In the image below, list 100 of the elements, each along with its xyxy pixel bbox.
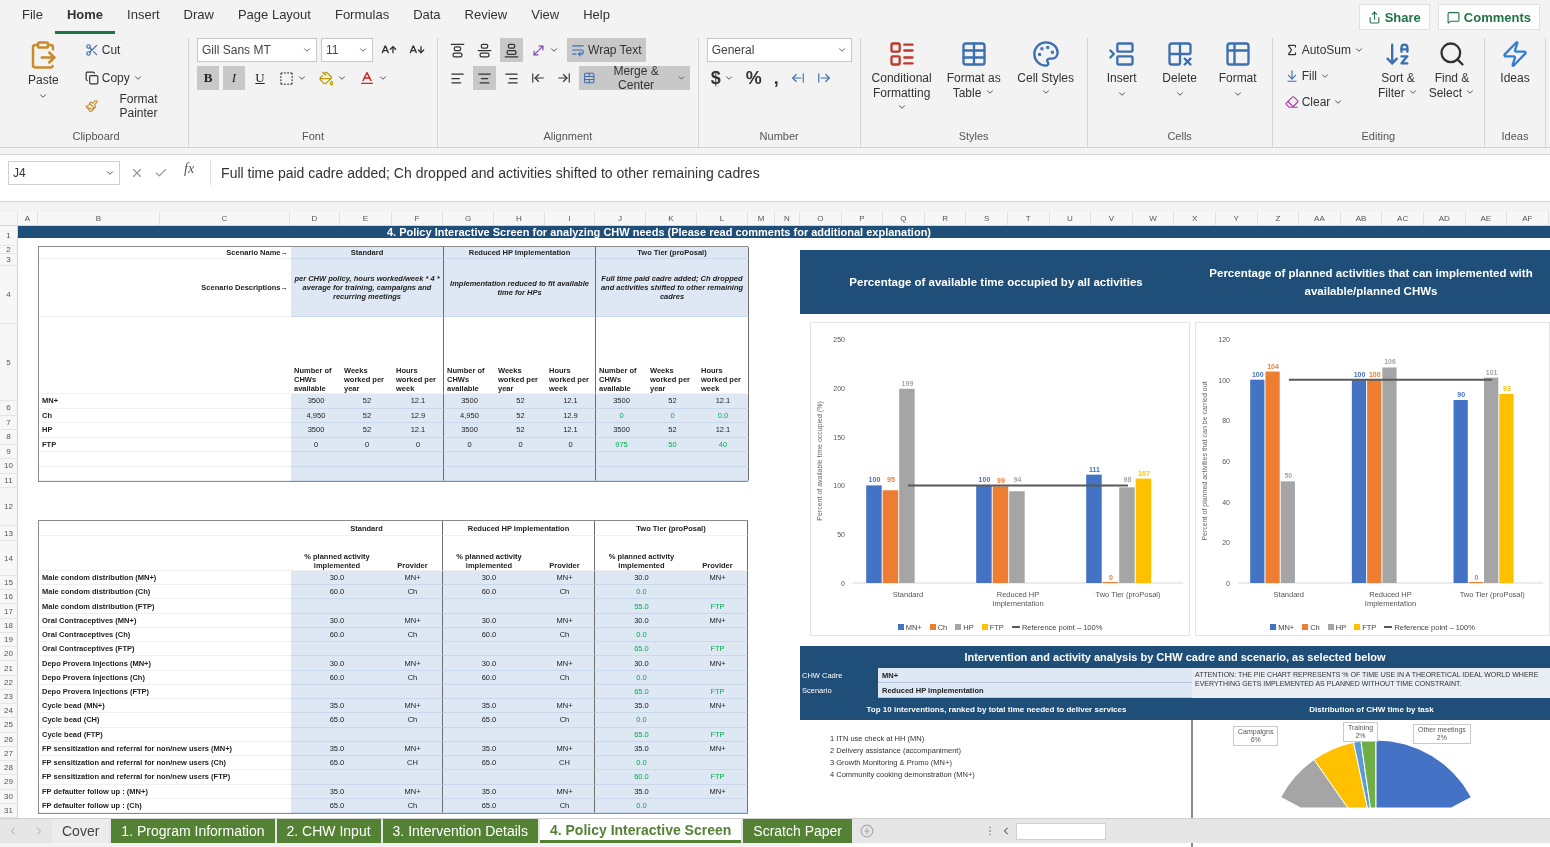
column-letter[interactable]: L [697, 212, 748, 225]
column-letter[interactable]: D [290, 212, 340, 225]
column-letter[interactable]: AF [1507, 212, 1549, 225]
row-number[interactable]: 11 [0, 473, 17, 488]
row-number[interactable]: 16 [0, 590, 17, 605]
column-letter[interactable]: C [160, 212, 290, 225]
row-number[interactable]: 18 [0, 618, 17, 633]
scroll-thumb[interactable] [1016, 822, 1106, 840]
column-letter[interactable]: V [1091, 212, 1133, 225]
menu-tab[interactable]: Page Layout [225, 4, 323, 34]
row-number[interactable]: 23 [0, 689, 17, 705]
row-number[interactable]: 3 [0, 254, 17, 266]
column-letter[interactable]: S [966, 212, 1008, 225]
row-number[interactable]: 30 [0, 789, 17, 804]
column-letter[interactable]: R [924, 212, 967, 225]
row-number[interactable]: 29 [0, 775, 17, 790]
currency-button[interactable]: $ [706, 66, 738, 90]
formula-field[interactable]: Full time paid cadre added; Ch dropped and activities shifted to other remaining cadres [210, 161, 760, 185]
column-letter[interactable]: X [1174, 212, 1216, 225]
row-number[interactable]: 2 [0, 246, 17, 254]
comma-button[interactable]: , [769, 66, 783, 90]
row-number[interactable]: 24 [0, 704, 17, 719]
row-number[interactable]: 8 [0, 430, 17, 445]
cut-button[interactable]: Cut [80, 38, 181, 62]
row-number[interactable]: 21 [0, 661, 17, 676]
sort-filter-button[interactable]: Sort & Filter [1374, 38, 1422, 103]
row-number[interactable]: 14 [0, 541, 17, 576]
paste-button[interactable]: Paste [12, 38, 75, 103]
column-letter[interactable]: N [775, 212, 800, 225]
number-format-field[interactable]: General [706, 38, 852, 62]
column-letter[interactable]: T [1007, 212, 1050, 225]
row-number[interactable]: 20 [0, 647, 17, 662]
cells-button[interactable]: Delete [1153, 38, 1206, 101]
sheet-tab[interactable]: 4. Policy Interactive Screen [539, 819, 742, 843]
column-letter[interactable]: AD [1423, 212, 1466, 225]
row-number[interactable]: 25 [0, 718, 17, 733]
column-letter[interactable]: G [443, 212, 494, 225]
row-number[interactable]: 7 [0, 415, 17, 430]
menu-tab[interactable]: Help [571, 4, 622, 34]
ideas-button[interactable]: Ideas [1493, 38, 1537, 88]
column-letter[interactable]: AE [1465, 212, 1508, 225]
row-number[interactable]: 6 [0, 401, 17, 416]
column-letter[interactable]: A [18, 212, 38, 225]
autosum-button[interactable]: AutoSum [1280, 38, 1368, 62]
comments-button[interactable]: Comments [1437, 4, 1540, 30]
row-number[interactable]: 1 [0, 226, 17, 246]
column-letter[interactable]: H [494, 212, 545, 225]
format-toggle[interactable]: I [223, 66, 246, 90]
horizontal-align-button[interactable] [473, 66, 497, 90]
menu-tab[interactable]: Formulas [322, 4, 402, 34]
fill-button[interactable]: Fill [1280, 64, 1368, 88]
row-number[interactable]: 4 [0, 266, 17, 324]
row-number[interactable]: 19 [0, 632, 17, 648]
column-letter[interactable]: K [646, 212, 697, 225]
row-number[interactable]: 10 [0, 459, 17, 474]
close-icon[interactable] [130, 166, 144, 180]
insert-function-button[interactable]: fx [178, 161, 201, 177]
row-number[interactable]: 17 [0, 604, 17, 619]
row-number[interactable]: 22 [0, 675, 17, 690]
copy-button[interactable]: Copy [80, 66, 181, 90]
row-number[interactable]: 28 [0, 761, 17, 776]
find-select-button[interactable]: Find & Select [1428, 38, 1476, 103]
column-letter[interactable]: AC [1382, 212, 1424, 225]
clear-button[interactable]: Clear [1280, 90, 1368, 114]
sheet-tab[interactable]: 2. CHW Input [276, 819, 381, 843]
styles-button[interactable]: Cell Styles [1012, 38, 1079, 103]
menu-tab[interactable]: Home [54, 4, 116, 34]
row-number[interactable]: 12 [0, 488, 17, 526]
menu-tab[interactable]: File [10, 4, 55, 34]
row-number[interactable]: 15 [0, 576, 17, 591]
styles-button[interactable]: Format as Table [940, 38, 1007, 103]
row-number[interactable]: 26 [0, 732, 17, 747]
sheet-tab[interactable]: 3. Intervention Details [382, 819, 538, 843]
share-button[interactable]: Share [1358, 4, 1430, 30]
column-letter[interactable]: U [1049, 212, 1092, 225]
sheet-tab[interactable]: Cover [52, 819, 110, 843]
font-size-field[interactable]: 11 [321, 38, 374, 62]
menu-tab[interactable]: Data [401, 4, 453, 34]
column-letter[interactable]: Z [1257, 212, 1300, 225]
format-painter-button[interactable]: Format Painter [80, 94, 181, 118]
vertical-align-button[interactable] [500, 38, 524, 62]
menu-tab[interactable]: Review [452, 4, 520, 34]
wrap-text-button[interactable]: Wrap Text [567, 38, 646, 62]
column-letter[interactable]: I [545, 212, 595, 225]
row-number[interactable]: 27 [0, 746, 17, 762]
menu-tab[interactable]: Insert [115, 4, 172, 34]
merge-center-button[interactable]: Merge & Center [579, 66, 690, 90]
cells-button[interactable]: Format [1211, 38, 1264, 101]
menu-tab[interactable]: Draw [171, 4, 226, 34]
column-letter[interactable]: AB [1340, 212, 1383, 225]
column-letter[interactable]: AA [1299, 212, 1341, 225]
font-name-field[interactable]: Gill Sans MT [197, 38, 318, 62]
row-number[interactable]: 5 [0, 324, 17, 401]
percent-button[interactable]: % [741, 66, 766, 90]
column-letter[interactable]: Q [883, 212, 925, 225]
check-icon[interactable] [154, 166, 168, 180]
cells-button[interactable]: Insert [1095, 38, 1148, 101]
column-letter[interactable]: M [748, 212, 775, 225]
column-letter[interactable]: O [800, 212, 842, 225]
format-toggle[interactable]: U [249, 66, 272, 90]
